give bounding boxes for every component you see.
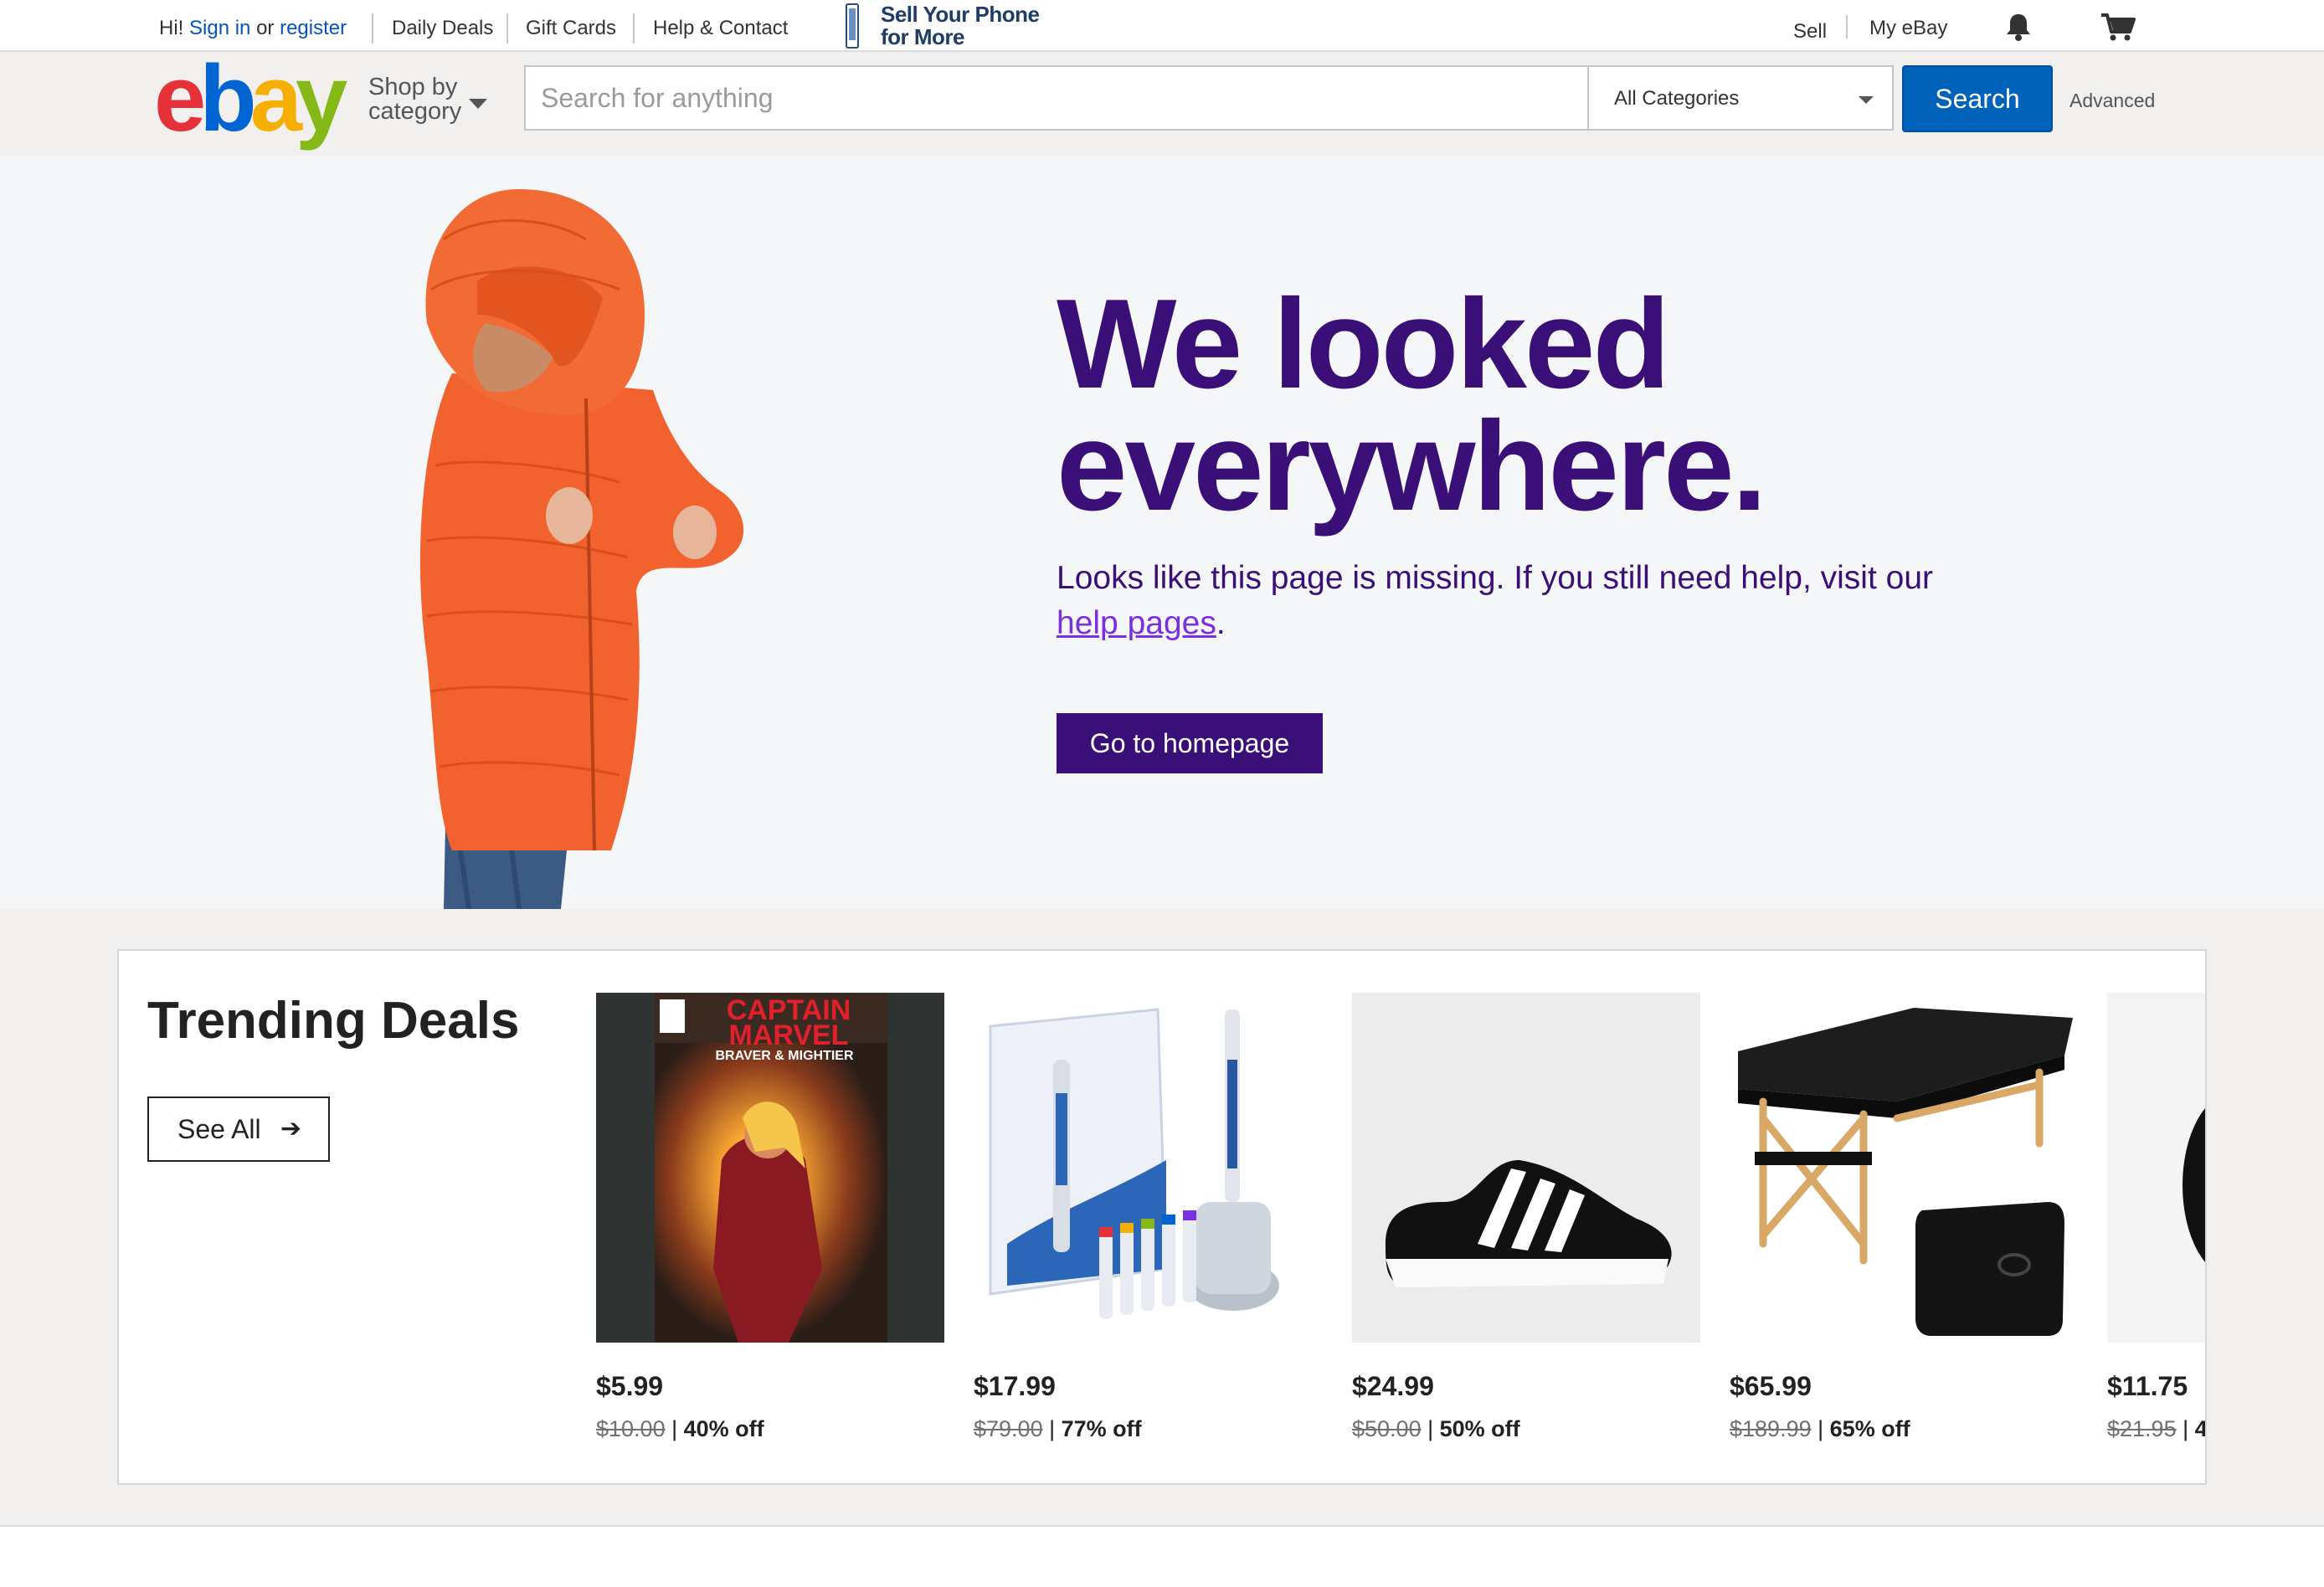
bell-icon[interactable] bbox=[2004, 12, 2033, 42]
percent-off: 65% off bbox=[1829, 1416, 1910, 1441]
original-price: $21.95 bbox=[2107, 1416, 2177, 1441]
child-in-orange-jacket-image bbox=[419, 189, 744, 909]
deal-price: $65.99 bbox=[1730, 1371, 1812, 1401]
deal-price: $5.99 bbox=[596, 1371, 664, 1401]
original-price: $10.00 bbox=[596, 1416, 666, 1441]
gift-cards-link[interactable]: Gift Cards bbox=[526, 17, 616, 40]
chevron-down-icon bbox=[469, 99, 487, 109]
chevron-down-icon bbox=[1859, 96, 1874, 104]
divider bbox=[1846, 15, 1848, 39]
category-select[interactable]: All Categories bbox=[1587, 65, 1894, 131]
heading-line-2: everywhere. bbox=[1057, 395, 1767, 537]
error-message-text: Looks like this page is missing. If you … bbox=[1057, 560, 1934, 596]
category-label: category bbox=[368, 98, 462, 125]
comic-subtitle: BRAVER & MIGHTIER bbox=[715, 1049, 853, 1063]
comic-book-image: CAPTAIN MARVEL BRAVER & MIGHTIER bbox=[596, 993, 944, 1343]
greeting: Hi! bbox=[159, 17, 184, 39]
percent-off: 46% off bbox=[2194, 1416, 2207, 1441]
divider bbox=[506, 13, 508, 44]
shop-by-label: Shop by bbox=[368, 74, 458, 100]
original-price: $50.00 bbox=[1352, 1416, 1422, 1441]
advanced-search-link[interactable]: Advanced bbox=[2069, 90, 2155, 112]
deal-discount: $10.00 | 40% off bbox=[596, 1416, 764, 1442]
ebay-logo[interactable]: ebay bbox=[154, 52, 347, 146]
register-link[interactable]: register bbox=[280, 17, 347, 39]
deal-price: $17.99 bbox=[974, 1371, 1056, 1401]
deal-discount: $21.95 | 46% off bbox=[2107, 1416, 2207, 1442]
error-heading: We looked everywhere. bbox=[1057, 280, 2061, 530]
greeting-text: Hi! Sign in or register bbox=[159, 17, 347, 40]
separator: | bbox=[1818, 1416, 1824, 1441]
trending-deals-title: Trending Deals bbox=[147, 992, 520, 1050]
promo-line-2: for More bbox=[881, 24, 965, 49]
main-header: ebay Shop by category All Categories Sea… bbox=[0, 52, 2324, 156]
deal-discount: $79.00 | 77% off bbox=[974, 1416, 1142, 1442]
percent-off: 77% off bbox=[1061, 1416, 1142, 1441]
help-contact-link[interactable]: Help & Contact bbox=[653, 17, 788, 40]
sell-phone-promo[interactable]: Sell Your Phone for More bbox=[846, 2, 1063, 49]
separator: | bbox=[2183, 1416, 2189, 1441]
search-button[interactable]: Search bbox=[1902, 65, 2053, 132]
massage-table-image bbox=[1730, 993, 2078, 1343]
not-found-hero: We looked everywhere. Looks like this pa… bbox=[0, 156, 2324, 909]
my-ebay-link[interactable]: My eBay bbox=[1869, 17, 1947, 40]
deal-discount: $189.99 | 65% off bbox=[1730, 1416, 1910, 1442]
percent-off: 50% off bbox=[1439, 1416, 1520, 1441]
original-price: $189.99 bbox=[1730, 1416, 1812, 1441]
original-price: $79.00 bbox=[974, 1416, 1043, 1441]
electric-toothbrush-image bbox=[974, 993, 1322, 1343]
page-footer bbox=[0, 1527, 2324, 1587]
top-utility-bar: Hi! Sign in or register Daily Deals Gift… bbox=[0, 0, 2324, 52]
percent-off: 40% off bbox=[683, 1416, 764, 1441]
logo-letter-y: y bbox=[296, 46, 347, 151]
heading-line-1: We looked bbox=[1057, 273, 1670, 415]
separator: | bbox=[1049, 1416, 1056, 1441]
separator: | bbox=[671, 1416, 678, 1441]
logo-letter-b: b bbox=[199, 46, 256, 151]
logo-letter-e: e bbox=[154, 46, 206, 151]
divider bbox=[633, 13, 635, 44]
search-input[interactable] bbox=[524, 65, 1589, 131]
see-all-button[interactable]: See All ➔ bbox=[147, 1097, 330, 1162]
sign-in-link[interactable]: Sign in bbox=[189, 17, 250, 39]
sneaker-image bbox=[1352, 993, 1700, 1343]
shop-by-category-button[interactable]: Shop by category bbox=[368, 75, 461, 124]
error-message: Looks like this page is missing. If you … bbox=[1057, 556, 1944, 646]
product-image bbox=[2107, 993, 2205, 1343]
arrow-right-icon: ➔ bbox=[280, 1115, 301, 1143]
help-pages-link[interactable]: help pages bbox=[1057, 605, 1216, 641]
cart-icon[interactable] bbox=[2100, 12, 2136, 42]
comic-title-2: MARVEL bbox=[729, 1019, 849, 1051]
daily-deals-link[interactable]: Daily Deals bbox=[392, 17, 493, 40]
deal-price: $24.99 bbox=[1352, 1371, 1434, 1401]
phone-icon bbox=[846, 3, 859, 49]
deal-discount: $50.00 | 50% off bbox=[1352, 1416, 1520, 1442]
separator: | bbox=[1427, 1416, 1434, 1441]
category-selected-value: All Categories bbox=[1614, 87, 1740, 110]
deal-price: $11.75 bbox=[2107, 1371, 2188, 1401]
see-all-label: See All bbox=[177, 1114, 261, 1144]
period: . bbox=[1216, 605, 1226, 641]
sell-link[interactable]: Sell bbox=[1793, 20, 1827, 44]
logo-letter-a: a bbox=[249, 46, 302, 151]
trending-deals-card: Trending Deals See All ➔ CAPTAIN MARVEL … bbox=[117, 949, 2207, 1485]
divider bbox=[372, 13, 373, 44]
or-text: or bbox=[256, 17, 275, 39]
go-to-homepage-button[interactable]: Go to homepage bbox=[1057, 713, 1323, 773]
